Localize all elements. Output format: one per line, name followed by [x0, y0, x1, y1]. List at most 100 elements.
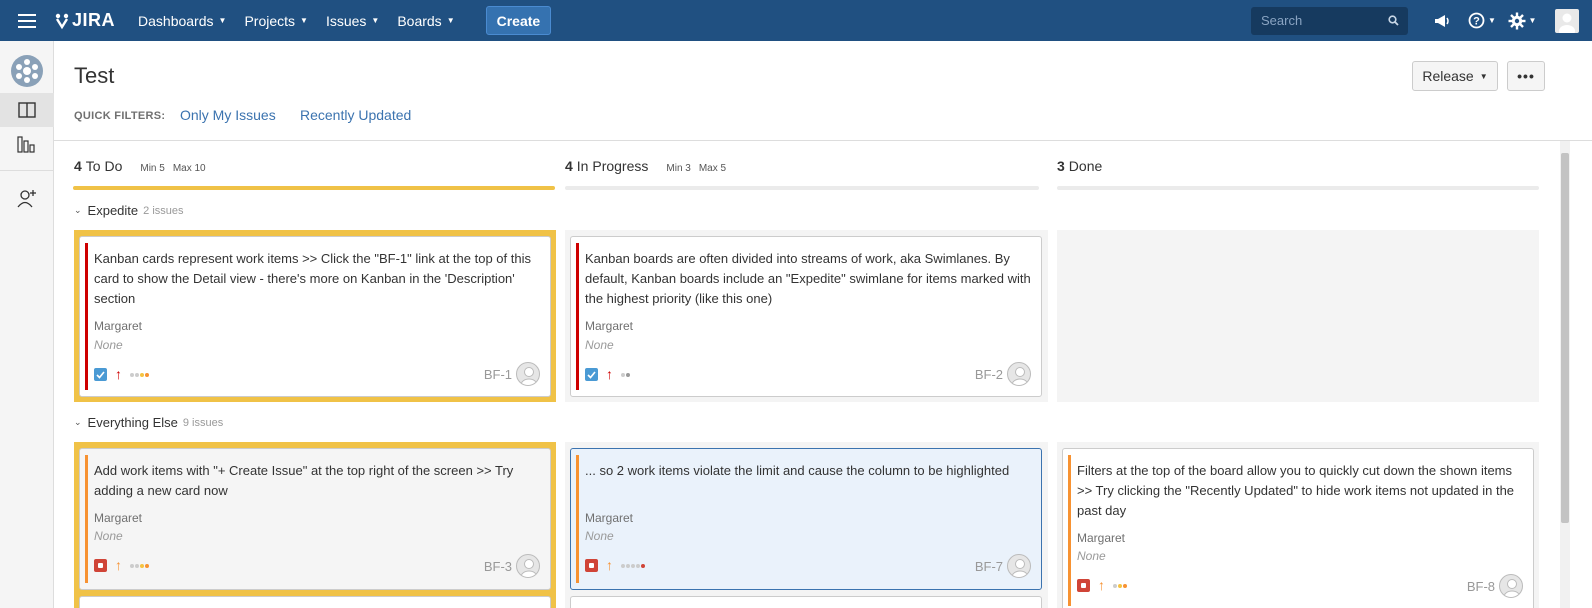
- board-scrollbar-thumb[interactable]: [1561, 153, 1569, 523]
- column-header-done: 3 Done: [1057, 158, 1102, 178]
- user-avatar[interactable]: [1542, 0, 1592, 41]
- swimlane-issue-count: 9 issues: [182, 416, 224, 429]
- left-sidebar: [0, 41, 54, 608]
- jira-logo-icon: [55, 13, 69, 29]
- quick-filter-recently-updated[interactable]: Recently Updated: [300, 107, 411, 123]
- feedback-megaphone-icon[interactable]: [1422, 0, 1462, 41]
- jira-logo[interactable]: JIRA: [54, 10, 115, 31]
- column-header-todo: 4 To Do Min 5 Max 10: [74, 158, 206, 178]
- assignee-avatar-icon[interactable]: [1007, 362, 1031, 386]
- reports-icon[interactable]: [0, 127, 54, 161]
- card-summary: Kanban cards represent work items >> Cli…: [94, 251, 531, 306]
- column-header-in-progress: 4 In Progress Min 3 Max 5: [565, 158, 726, 178]
- issue-card-bf-2[interactable]: Kanban boards are often divided into str…: [570, 236, 1042, 397]
- days-in-column-dots-icon: [621, 563, 646, 568]
- caret-down-icon: ▼: [1528, 16, 1537, 25]
- column-name: In Progress: [576, 158, 649, 174]
- assignee-avatar-icon[interactable]: [516, 362, 540, 386]
- caret-down-icon: ▼: [371, 16, 380, 25]
- caret-down-icon: ▼: [1479, 71, 1488, 81]
- assignee-avatar-icon[interactable]: [1007, 554, 1031, 578]
- card-assignee: Margaret: [1077, 531, 1126, 545]
- release-button[interactable]: Release ▼: [1412, 61, 1498, 91]
- caret-down-icon: ▼: [1488, 16, 1496, 25]
- swimlane-header-everything-else[interactable]: ⌄ Everything Else 9 issues: [74, 415, 223, 430]
- column-min: Min 3: [666, 163, 691, 174]
- search-input[interactable]: [1251, 6, 1408, 35]
- card-fix-version: None: [1077, 549, 1106, 563]
- swimlane-issue-count: 2 issues: [143, 204, 184, 217]
- priority-stripe: [576, 243, 579, 390]
- sidebar-divider: [0, 170, 54, 171]
- days-in-column-dots-icon: [1113, 583, 1128, 588]
- column-min: Min 5: [140, 163, 165, 174]
- quick-filter-only-my-issues[interactable]: Only My Issues: [180, 107, 276, 123]
- swimlane-header-expedite[interactable]: ⌄ Expedite 2 issues: [74, 203, 184, 218]
- quick-filters-label: QUICK FILTERS:: [74, 110, 166, 122]
- days-in-column-dots-icon: [130, 563, 150, 568]
- issue-card-bf-8[interactable]: Filters at the top of the board allow yo…: [1062, 448, 1534, 608]
- priority-high-icon: ↑: [606, 557, 613, 573]
- priority-stripe: [85, 455, 88, 583]
- card-assignee: Margaret: [585, 511, 634, 525]
- add-people-icon[interactable]: [0, 181, 54, 215]
- kanban-board-icon[interactable]: [0, 93, 54, 127]
- column-name: Done: [1068, 158, 1103, 174]
- card-summary: Add work items with "+ Create Issue" at …: [94, 463, 514, 498]
- assignee-avatar-icon[interactable]: [1499, 574, 1523, 598]
- priority-stripe: [576, 455, 579, 583]
- menu-icon[interactable]: [0, 0, 54, 41]
- priority-highest-icon: ↑: [606, 366, 613, 382]
- task-type-icon: [585, 368, 598, 381]
- chevron-down-icon: ⌄: [74, 417, 82, 427]
- issue-card-bf-1[interactable]: Kanban cards represent work items >> Cli…: [79, 236, 551, 397]
- search-box[interactable]: [1251, 6, 1408, 35]
- card-issue-key[interactable]: BF-8: [1467, 579, 1495, 594]
- svg-text:?: ?: [1473, 16, 1480, 28]
- nav-boards[interactable]: Boards ▼: [388, 0, 463, 41]
- priority-high-icon: ↑: [1098, 577, 1105, 593]
- nav-issues[interactable]: Issues ▼: [317, 0, 388, 41]
- settings-gear-icon[interactable]: ▼: [1502, 0, 1542, 41]
- issue-card-partial[interactable]: [79, 596, 551, 608]
- issue-card-bf-3[interactable]: Add work items with "+ Create Issue" at …: [79, 448, 551, 590]
- priority-high-icon: ↑: [115, 557, 122, 573]
- priority-highest-icon: ↑: [115, 366, 122, 382]
- project-avatar-icon[interactable]: [10, 55, 43, 87]
- help-icon[interactable]: ? ▼: [1462, 0, 1502, 41]
- card-issue-key[interactable]: BF-7: [975, 559, 1003, 574]
- caret-down-icon: ▼: [300, 16, 308, 25]
- card-issue-key[interactable]: BF-2: [975, 367, 1003, 382]
- card-summary: ... so 2 work items violate the limit an…: [585, 463, 1010, 478]
- swimlane-name: Expedite: [87, 203, 139, 218]
- card-assignee: Margaret: [585, 319, 634, 333]
- column-max: Max 10: [172, 163, 206, 174]
- create-button[interactable]: Create: [485, 6, 552, 35]
- card-summary: Kanban boards are often divided into str…: [585, 251, 1031, 306]
- caret-down-icon: ▼: [218, 16, 227, 25]
- column-max: Max 5: [698, 163, 727, 174]
- card-fix-version: None: [94, 338, 123, 352]
- card-fix-version: None: [94, 529, 123, 543]
- card-issue-key[interactable]: BF-1: [484, 367, 512, 382]
- card-assignee: Margaret: [94, 319, 143, 333]
- days-in-column-dots-icon: [130, 372, 150, 377]
- column-limit-bar-in-progress: [565, 186, 1039, 190]
- nav-dashboards[interactable]: Dashboards ▼: [129, 0, 235, 41]
- card-fix-version: None: [585, 529, 614, 543]
- column-limit-bar-todo: [73, 186, 555, 190]
- logo-text: JIRA: [72, 10, 116, 30]
- issue-card-partial[interactable]: [570, 596, 1042, 608]
- assignee-avatar-icon[interactable]: [516, 554, 540, 578]
- top-navigation: JIRA Dashboards ▼ Projects ▼ Issues ▼ Board…: [0, 0, 1592, 41]
- nav-projects[interactable]: Projects ▼: [235, 0, 317, 41]
- chevron-down-icon: ⌄: [74, 205, 82, 215]
- nav-boards-label: Boards: [397, 12, 442, 29]
- issue-card-bf-7[interactable]: ... so 2 work items violate the limit an…: [570, 448, 1042, 590]
- column-count: 3: [1057, 158, 1065, 174]
- bug-type-icon: [94, 559, 107, 572]
- column-limit-bar-done: [1057, 186, 1539, 190]
- more-actions-button[interactable]: •••: [1507, 61, 1545, 91]
- caret-down-icon: ▼: [446, 16, 455, 25]
- card-issue-key[interactable]: BF-3: [484, 559, 512, 574]
